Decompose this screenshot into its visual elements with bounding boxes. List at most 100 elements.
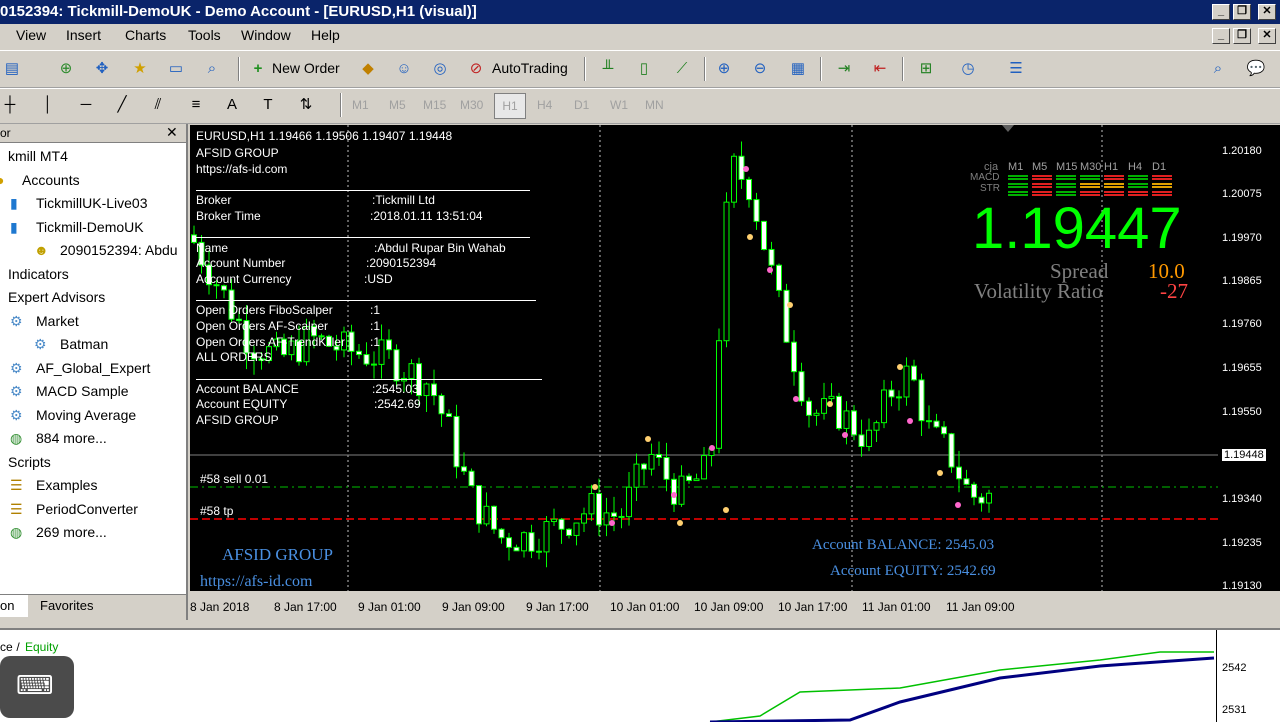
divider — [196, 300, 536, 301]
navigator-item[interactable]: 269 more... — [36, 524, 107, 540]
menu-view[interactable]: View — [16, 27, 46, 43]
tab-common[interactable]: on — [0, 595, 28, 617]
broker-value: :Tickmill Ltd — [372, 193, 435, 207]
navigator-item[interactable]: 884 more... — [36, 430, 107, 446]
chart-area[interactable]: EURUSD,H1 1.19466 1.19506 1.19407 1.1944… — [190, 125, 1218, 591]
signals-icon[interactable]: ☺ — [394, 59, 414, 79]
text-icon[interactable]: A — [222, 95, 242, 115]
search-icon[interactable]: ⌕ — [1208, 59, 1228, 79]
menu-help[interactable]: Help — [311, 27, 340, 43]
child-close-button[interactable]: ✕ — [1258, 28, 1276, 44]
trendline-icon[interactable]: ╱ — [112, 95, 132, 115]
price-axis[interactable]: 1.20180 1.20075 1.19970 1.19865 1.19760 1.196… — [1218, 125, 1280, 592]
navigator-close-icon[interactable]: ✕ — [166, 124, 178, 141]
new-order-button[interactable]: New Order — [272, 60, 340, 76]
navigator-item[interactable]: Expert Advisors — [8, 289, 105, 305]
standard-toolbar: ▤ ⊕ ✥ ★ ▭ ⌕ + New Order ◆ ☺ ◎ ⊘ AutoTrad… — [0, 50, 1280, 88]
timeframe-m5[interactable]: M5 — [389, 98, 406, 112]
line-chart-icon[interactable]: ⟋ — [672, 59, 692, 79]
zoom-out-icon[interactable]: ⊖ — [750, 59, 770, 79]
fibonacci-icon[interactable]: ≡ — [186, 95, 206, 115]
trend-cell — [1152, 178, 1172, 180]
chart-shift-icon[interactable]: ⇥ — [834, 59, 854, 79]
tab-favorites[interactable]: Favorites — [40, 598, 93, 613]
timeframe-m30[interactable]: M30 — [460, 98, 483, 112]
bar-chart-icon[interactable]: ╨ — [598, 59, 618, 79]
script-icon: ☰ — [10, 477, 23, 493]
timeframe-mn[interactable]: MN — [645, 98, 664, 112]
navigator-title: or — [0, 126, 11, 140]
terminal-icon[interactable]: ▭ — [166, 59, 186, 79]
trend-cell — [1152, 186, 1172, 188]
navigator-item[interactable]: Examples — [36, 477, 97, 493]
cursor-icon[interactable]: ┼ — [0, 95, 20, 115]
new-order-icon[interactable]: + — [248, 59, 268, 79]
navigator-item[interactable]: Tickmill-DemoUK — [36, 219, 144, 235]
navigator-item[interactable]: Market — [36, 313, 79, 329]
price-tick: 1.19655 — [1222, 362, 1262, 374]
trend-cell — [1104, 175, 1124, 177]
expert-hat-icon: ⚙ — [10, 359, 23, 376]
candlestick-icon[interactable]: ▯ — [634, 59, 654, 79]
menu-insert[interactable]: Insert — [66, 27, 101, 43]
chat-icon[interactable]: 💬 — [1246, 59, 1266, 79]
close-button[interactable]: ✕ — [1258, 4, 1276, 20]
market-icon: ⚙ — [10, 312, 23, 329]
trend-cell — [1032, 191, 1052, 193]
timeframe-h1[interactable]: H1 — [494, 93, 526, 119]
market-watch-icon[interactable]: ⊕ — [56, 59, 76, 79]
autotrading-icon[interactable]: ⊘ — [466, 59, 486, 79]
autoscroll-icon[interactable]: ⇤ — [870, 59, 890, 79]
new-chart-icon[interactable]: ▤ — [2, 59, 22, 79]
menu-window[interactable]: Window — [241, 27, 291, 43]
tile-windows-icon[interactable]: ▦ — [788, 59, 808, 79]
keyboard-button[interactable]: ⌨ — [0, 656, 74, 718]
metaeditor-icon[interactable]: ◆ — [358, 59, 378, 79]
restore-button[interactable]: ❐ — [1233, 4, 1251, 20]
trend-cell — [1128, 186, 1148, 188]
menu-charts[interactable]: Charts — [125, 27, 166, 43]
navigator-icon[interactable]: ★ — [130, 59, 150, 79]
timeframe-h4[interactable]: H4 — [537, 98, 552, 112]
navigator-item[interactable]: Accounts — [22, 172, 80, 188]
navigator-item[interactable]: Scripts — [8, 454, 51, 470]
tester-icon[interactable]: ⌕ — [202, 59, 222, 79]
horizontal-line-icon[interactable]: ─ — [76, 95, 96, 115]
trend-cell — [1128, 175, 1148, 177]
navigator-item[interactable]: AF_Global_Expert — [36, 360, 150, 376]
indicators-list-icon[interactable]: ⊞ — [916, 59, 936, 79]
timeframe-d1[interactable]: D1 — [574, 98, 589, 112]
crosshair-icon[interactable]: ✥ — [92, 59, 112, 79]
navigator-item[interactable]: TickmillUK-Live03 — [36, 195, 148, 211]
navigator-item[interactable]: Moving Average — [36, 407, 136, 423]
minimize-button[interactable]: _ — [1212, 4, 1230, 20]
radio-icon[interactable]: ◎ — [430, 59, 450, 79]
navigator-item[interactable]: PeriodConverter — [36, 501, 138, 517]
periods-icon[interactable]: ◷ — [958, 59, 978, 79]
timeframe-m1[interactable]: M1 — [352, 98, 369, 112]
timeframe-w1[interactable]: W1 — [610, 98, 628, 112]
templates-icon[interactable]: ☰ — [1006, 59, 1026, 79]
expert-hat-icon: ⚙ — [34, 336, 47, 352]
navigator-item[interactable]: MACD Sample — [36, 383, 129, 399]
menu-tools[interactable]: Tools — [188, 27, 221, 43]
navigator-item[interactable]: Indicators — [8, 266, 69, 282]
sell-order-label[interactable]: #58 sell 0.01 — [200, 472, 268, 486]
vertical-line-icon[interactable]: │ — [38, 95, 58, 115]
navigator-item[interactable]: Batman — [60, 336, 108, 352]
tp-label[interactable]: #58 tp — [200, 504, 233, 518]
zoom-in-icon[interactable]: ⊕ — [714, 59, 734, 79]
navigator-item[interactable]: kmill MT4 — [8, 148, 68, 164]
footer-group: AFSID GROUP — [222, 545, 333, 564]
timeframe-m15[interactable]: M15 — [423, 98, 446, 112]
child-minimize-button[interactable]: _ — [1212, 28, 1230, 44]
child-restore-button[interactable]: ❐ — [1233, 28, 1251, 44]
trend-cell — [1080, 183, 1100, 185]
autotrading-button[interactable]: AutoTrading — [492, 60, 568, 76]
volatility-label: Volatility Ratio — [974, 279, 1103, 303]
navigator-item[interactable]: 2090152394: Abdu — [60, 242, 178, 258]
text-label-icon[interactable]: T — [258, 95, 278, 115]
channel-icon[interactable]: ⫽ — [148, 95, 168, 115]
trend-cell — [1104, 186, 1124, 188]
arrows-icon[interactable]: ⇅ — [296, 95, 316, 115]
